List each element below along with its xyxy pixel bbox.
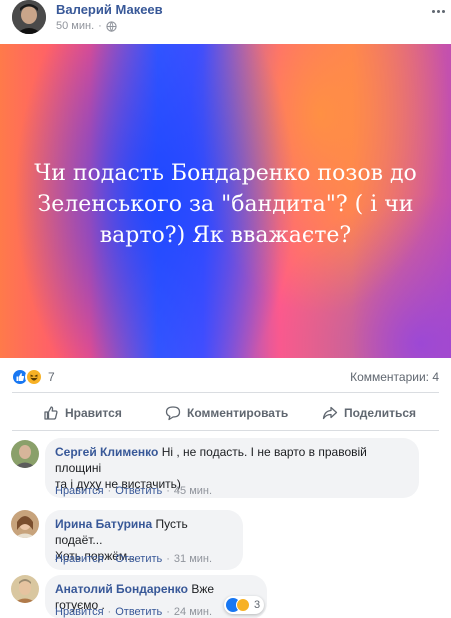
post-menu-button[interactable] [428, 4, 448, 18]
reactions-summary: 7 Комментарии: 4 [0, 364, 451, 390]
like-label: Нравится [65, 406, 122, 420]
avatar[interactable] [11, 440, 39, 468]
post-time[interactable]: 50 мин. [56, 20, 94, 32]
comment-author[interactable]: Ирина Батурина [55, 517, 152, 531]
share-label: Поделиться [344, 406, 417, 420]
reaction-icons[interactable] [11, 368, 47, 386]
comment-like-link[interactable]: Нравится [55, 485, 104, 497]
comment-reply-link[interactable]: Ответить [115, 553, 162, 565]
comment-label: Комментировать [187, 406, 289, 420]
comment-author[interactable]: Сергей Клименко [55, 445, 158, 459]
reactions-count[interactable]: 7 [48, 370, 55, 384]
comment-actions: Нравится · Ответить · 45 мин. [55, 485, 213, 497]
comment-icon [165, 406, 181, 421]
comment-reactions[interactable]: 3 [224, 596, 265, 614]
post-banner-text: Чи подасть Бондаренко позов до Зеленсько… [34, 161, 417, 248]
comment-like-link[interactable]: Нравится [55, 606, 104, 618]
comment-time[interactable]: 24 мин. [174, 606, 212, 618]
avatar[interactable] [11, 510, 39, 538]
haha-icon [25, 368, 43, 386]
comment-like-link[interactable]: Нравится [55, 553, 104, 565]
haha-icon [236, 598, 250, 612]
post-header: Валерий Макеев 50 мин. · [0, 0, 451, 42]
divider [12, 392, 439, 393]
comment-actions: Нравится · Ответить · 31 мин. [55, 553, 213, 565]
like-button[interactable]: Нравится [43, 398, 122, 428]
comment-author[interactable]: Анатолий Бондаренко [55, 582, 188, 596]
author-name[interactable]: Валерий Макеев [56, 2, 163, 17]
avatar[interactable] [11, 575, 39, 603]
dot-icon [436, 9, 440, 13]
divider [12, 430, 439, 431]
comment-reactions-count: 3 [254, 599, 261, 611]
comments-count[interactable]: Комментарии: 4 [350, 370, 439, 384]
post-actions: Нравится Комментировать Поделиться [0, 398, 451, 428]
globe-icon [106, 20, 117, 32]
dot-icon [441, 9, 445, 13]
comment-button[interactable]: Комментировать [165, 398, 288, 428]
comment-reply-link[interactable]: Ответить [115, 606, 162, 618]
thumbs-up-icon [44, 406, 58, 420]
author-avatar[interactable] [12, 0, 46, 34]
comment-time[interactable]: 45 мин. [174, 485, 212, 497]
post-banner[interactable]: Чи подасть Бондаренко позов до Зеленсько… [0, 44, 451, 358]
comment-reply-link[interactable]: Ответить [115, 485, 162, 497]
comment-actions: Нравится · Ответить · 24 мин. [55, 606, 213, 618]
dot-icon [431, 9, 435, 13]
share-button[interactable]: Поделиться [322, 398, 416, 428]
comment-time[interactable]: 31 мин. [174, 553, 212, 565]
post-meta: 50 мин. · [56, 20, 117, 32]
share-icon [322, 406, 338, 420]
